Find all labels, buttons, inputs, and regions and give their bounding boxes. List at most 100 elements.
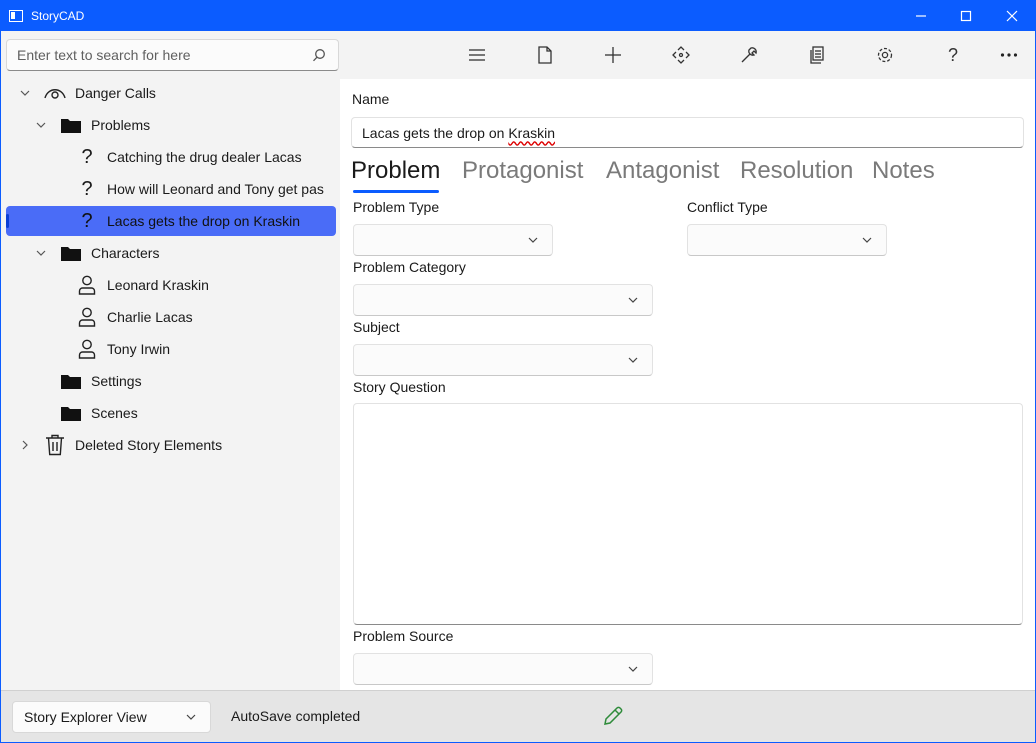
tree-item-label: Lacas gets the drop on Kraskin bbox=[107, 213, 301, 229]
tree-item-label: Danger Calls bbox=[75, 85, 156, 101]
tree-item-label: Scenes bbox=[91, 405, 138, 421]
command-bar: ? bbox=[340, 31, 1036, 79]
add-button[interactable] bbox=[601, 43, 625, 67]
tree-item-label: Deleted Story Elements bbox=[75, 437, 223, 453]
help-button[interactable]: ? bbox=[941, 43, 965, 67]
maximize-icon bbox=[960, 10, 972, 21]
app-icon bbox=[9, 9, 23, 22]
settings-icon bbox=[877, 47, 893, 63]
settings-button[interactable] bbox=[873, 43, 897, 67]
minimize-icon bbox=[916, 14, 926, 17]
folder-icon bbox=[60, 242, 82, 264]
name-label: Name bbox=[352, 91, 390, 107]
folder-icon bbox=[60, 402, 82, 424]
maximize-button[interactable] bbox=[943, 0, 989, 31]
tools-icon bbox=[741, 47, 757, 63]
conflict-type-label: Conflict Type bbox=[687, 199, 768, 215]
menu-button[interactable] bbox=[465, 43, 489, 67]
copy-button[interactable] bbox=[805, 43, 829, 67]
problem-source-dropdown[interactable] bbox=[353, 653, 653, 685]
tree-item-label: How will Leonard and Tony get pas bbox=[107, 181, 324, 197]
tree-item-settings-folder[interactable]: Settings bbox=[0, 366, 340, 396]
tree-item-problem[interactable]: ? Catching the drug dealer Lacas bbox=[0, 142, 340, 172]
close-icon bbox=[1006, 10, 1018, 21]
story-question-textarea[interactable] bbox=[353, 403, 1023, 625]
problem-editor: Name Lacas gets the drop on Kraskin Prob… bbox=[340, 79, 1036, 690]
chevron-down-icon bbox=[862, 237, 872, 243]
person-icon bbox=[76, 306, 98, 328]
chevron-down-icon bbox=[628, 666, 638, 672]
chevron-down-icon bbox=[528, 237, 538, 243]
search-icon[interactable] bbox=[312, 48, 326, 62]
tab-notes[interactable]: Notes bbox=[872, 157, 935, 185]
tree-item-characters-folder[interactable]: Characters bbox=[0, 238, 340, 268]
trash-icon bbox=[44, 434, 66, 456]
window-title: StoryCAD bbox=[31, 8, 85, 23]
chevron-down-icon bbox=[186, 714, 196, 720]
active-tab-indicator bbox=[353, 190, 439, 193]
tab-antagonist[interactable]: Antagonist bbox=[606, 157, 719, 185]
tree-item-character[interactable]: Charlie Lacas bbox=[0, 302, 340, 332]
problem-type-dropdown[interactable] bbox=[353, 224, 553, 256]
story-overview-icon bbox=[44, 82, 66, 104]
tree-item-label: Problems bbox=[91, 117, 151, 133]
tree-item-deleted[interactable]: Deleted Story Elements bbox=[0, 430, 340, 460]
tree-item-problems-folder[interactable]: Problems bbox=[0, 110, 340, 140]
problem-type-label: Problem Type bbox=[353, 199, 440, 215]
tools-button[interactable] bbox=[737, 43, 761, 67]
help-icon: ? bbox=[947, 44, 958, 65]
pencil-icon[interactable] bbox=[602, 705, 624, 727]
problem-category-label: Problem Category bbox=[353, 259, 466, 275]
folder-icon bbox=[60, 114, 82, 136]
new-file-icon bbox=[538, 46, 552, 64]
new-file-button[interactable] bbox=[533, 43, 557, 67]
person-icon bbox=[76, 274, 98, 296]
tab-protagonist[interactable]: Protagonist bbox=[462, 157, 583, 185]
chevron-down-icon[interactable] bbox=[35, 119, 47, 131]
problem-source-label: Problem Source bbox=[353, 628, 454, 644]
tab-problem[interactable]: Problem bbox=[351, 157, 440, 185]
tree-item-character[interactable]: Tony Irwin bbox=[0, 334, 340, 364]
more-button[interactable] bbox=[997, 43, 1021, 67]
move-icon bbox=[672, 46, 690, 64]
tree-item-label: Settings bbox=[91, 373, 142, 389]
chevron-down-icon[interactable] bbox=[35, 247, 47, 259]
problem-category-dropdown[interactable] bbox=[353, 284, 653, 316]
name-value: Lacas gets the drop on bbox=[362, 124, 509, 141]
chevron-down-icon[interactable] bbox=[19, 87, 31, 99]
tree-item-label: Catching the drug dealer Lacas bbox=[107, 149, 302, 165]
copy-icon bbox=[810, 46, 824, 64]
tree-item-character[interactable]: Leonard Kraskin bbox=[0, 270, 340, 300]
name-value-misspelled: Kraskin bbox=[508, 124, 556, 141]
search-input[interactable] bbox=[17, 47, 307, 63]
tree-item-problem[interactable]: ? How will Leonard and Tony get pas bbox=[0, 174, 340, 204]
tree-item-root[interactable]: Danger Calls bbox=[0, 78, 340, 108]
close-button[interactable] bbox=[989, 0, 1035, 31]
tree-item-label: Charlie Lacas bbox=[107, 309, 193, 325]
chevron-right-icon[interactable] bbox=[19, 439, 31, 451]
tree-item-problem-selected[interactable]: ? Lacas gets the drop on Kraskin bbox=[6, 206, 336, 236]
view-selector-value: Story Explorer View bbox=[24, 709, 147, 725]
name-field[interactable]: Lacas gets the drop on Kraskin bbox=[351, 117, 1024, 148]
tree-item-label: Tony Irwin bbox=[107, 341, 171, 357]
story-question-label: Story Question bbox=[353, 379, 446, 395]
status-message: AutoSave completed bbox=[231, 708, 361, 724]
subject-label: Subject bbox=[353, 319, 400, 335]
search-box[interactable] bbox=[6, 39, 339, 71]
status-bar: Story Explorer View AutoSave completed bbox=[0, 690, 1036, 743]
tab-resolution[interactable]: Resolution bbox=[740, 157, 853, 185]
folder-icon bbox=[60, 370, 82, 392]
conflict-type-dropdown[interactable] bbox=[687, 224, 887, 256]
minimize-button[interactable] bbox=[898, 0, 944, 31]
menu-icon bbox=[469, 49, 485, 61]
tree-item-scenes-folder[interactable]: Scenes bbox=[0, 398, 340, 428]
question-mark-icon: ? bbox=[81, 177, 93, 200]
subject-dropdown[interactable] bbox=[353, 344, 653, 376]
question-mark-icon: ? bbox=[81, 209, 93, 232]
more-icon bbox=[1000, 53, 1018, 57]
title-bar: StoryCAD bbox=[0, 0, 1036, 31]
tree-item-label: Characters bbox=[91, 245, 160, 261]
person-icon bbox=[76, 338, 98, 360]
view-selector[interactable]: Story Explorer View bbox=[12, 701, 211, 733]
move-button[interactable] bbox=[669, 43, 693, 67]
